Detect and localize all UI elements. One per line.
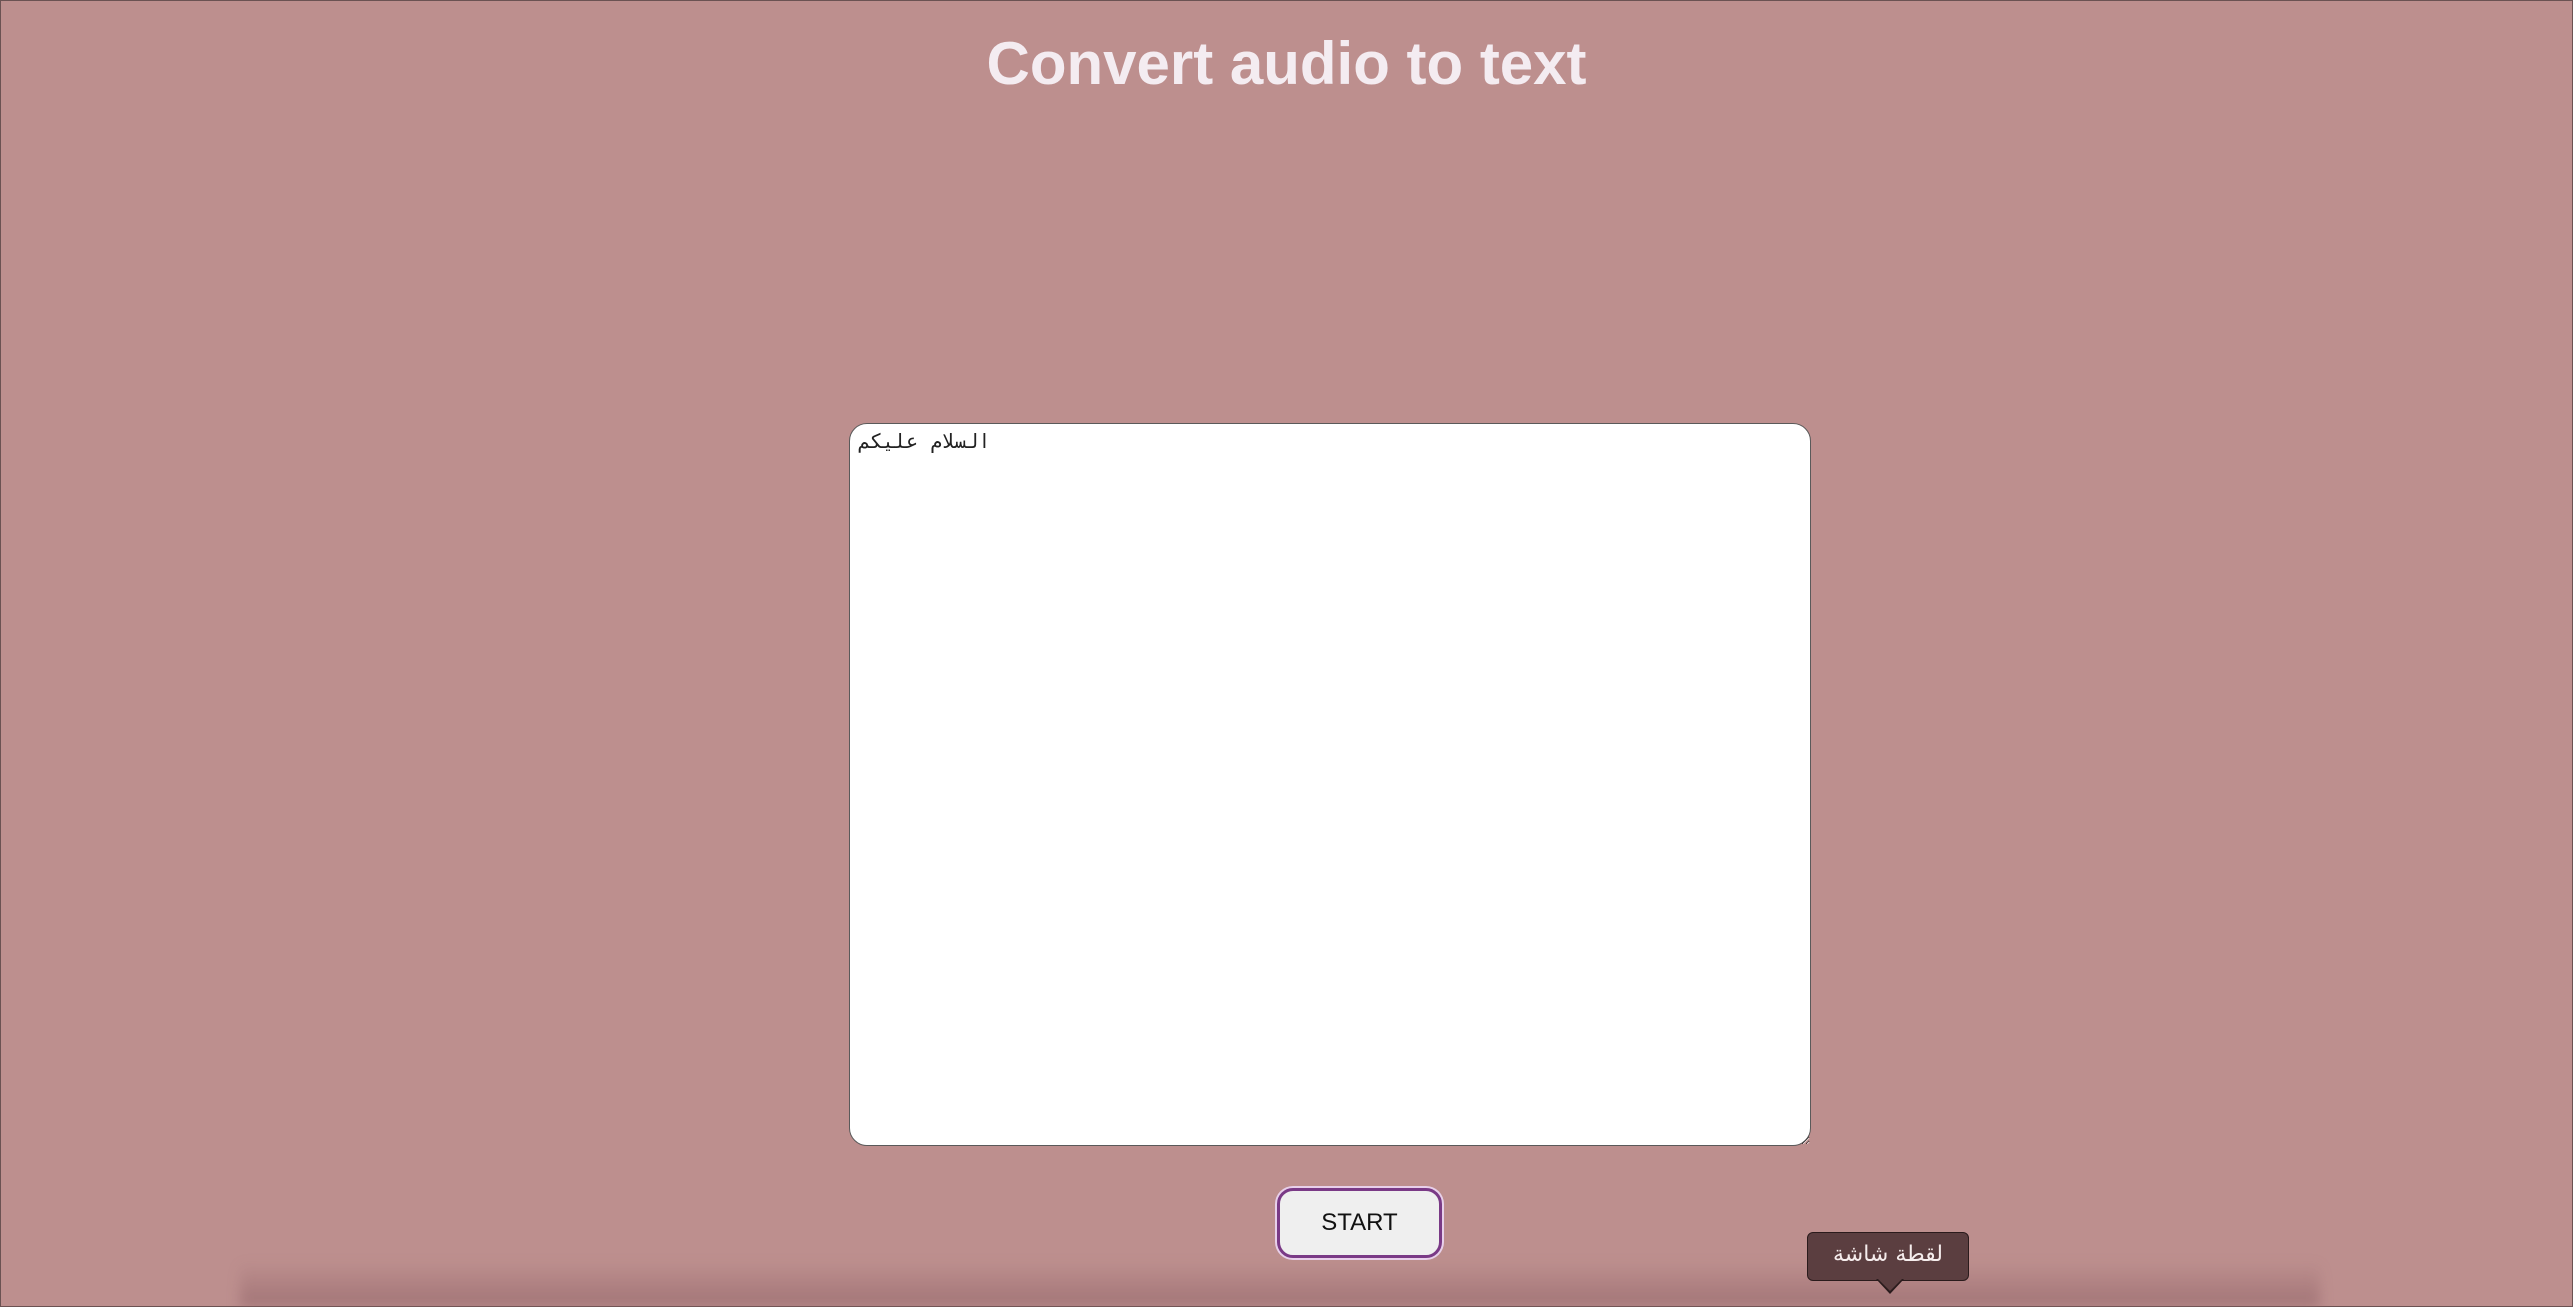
page-title: Convert audio to text [986, 30, 1587, 97]
start-button[interactable]: START [1277, 1188, 1442, 1258]
tooltip-pointer-fill [1878, 1279, 1902, 1291]
transcript-textarea[interactable]: السلام عليكم [849, 423, 1811, 1146]
bottom-shadow [240, 1262, 2320, 1307]
screenshot-tooltip: لقطة شاشة [1807, 1232, 1969, 1281]
